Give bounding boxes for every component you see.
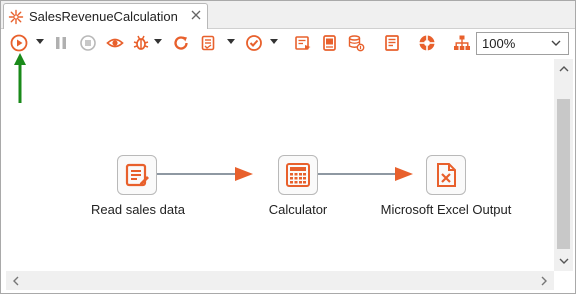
debug-icon[interactable] [131, 33, 151, 53]
debug-options-dropdown[interactable] [154, 39, 162, 44]
scroll-up-icon[interactable] [559, 64, 569, 74]
step-read-sales-data[interactable] [117, 155, 157, 195]
tab-sales-revenue-calculation[interactable]: SalesRevenueCalculation [3, 3, 208, 29]
vertical-scrollbar[interactable] [554, 59, 573, 271]
verify-icon[interactable] [198, 33, 218, 53]
run-options-dropdown[interactable] [36, 39, 44, 44]
transformation-icon [8, 9, 24, 25]
scroll-left-icon[interactable] [11, 276, 21, 286]
explore-db-icon[interactable] [320, 33, 340, 53]
vertical-scroll-thumb[interactable] [557, 99, 570, 249]
step-label-calculator: Calculator [268, 202, 328, 217]
scroll-down-icon[interactable] [559, 256, 569, 266]
check-options-dropdown[interactable] [270, 39, 278, 44]
verify-options-dropdown[interactable] [227, 39, 235, 44]
chevron-down-icon [551, 40, 561, 46]
layout-icon[interactable] [452, 33, 472, 53]
replay-icon[interactable] [171, 33, 191, 53]
scroll-right-icon[interactable] [539, 276, 549, 286]
annotation-arrow-icon [14, 53, 26, 103]
run-icon[interactable] [9, 33, 29, 53]
horizontal-scrollbar[interactable] [6, 271, 554, 290]
stop-icon[interactable] [78, 33, 98, 53]
transformation-canvas[interactable]: Read sales data Calculator Microsoft Exc… [6, 59, 554, 271]
step-microsoft-excel-output[interactable] [426, 155, 466, 195]
transformation-editor: SalesRevenueCalculation 100% Read sales … [0, 0, 576, 294]
excel-output-icon [437, 163, 456, 187]
hop-calculator-to-excel[interactable] [318, 167, 413, 181]
step-calculator[interactable] [278, 155, 318, 195]
sql-icon[interactable] [293, 33, 313, 53]
calculator-icon [286, 163, 310, 187]
text-file-input-icon [125, 163, 149, 187]
step-label-read-sales-data: Read sales data [91, 202, 185, 217]
tab-strip: SalesRevenueCalculation [1, 1, 575, 29]
help-icon[interactable] [417, 33, 437, 53]
preview-icon[interactable] [105, 33, 125, 53]
log-icon[interactable] [382, 33, 402, 53]
step-label-microsoft-excel-output: Microsoft Excel Output [380, 202, 512, 217]
close-icon[interactable] [191, 9, 201, 23]
hop-read-to-calculator[interactable] [157, 167, 253, 181]
check-icon[interactable] [244, 33, 264, 53]
pause-icon[interactable] [51, 33, 71, 53]
impact-icon[interactable] [346, 33, 366, 53]
zoom-value: 100% [482, 36, 516, 51]
toolbar: 100% [1, 30, 575, 58]
tab-title: SalesRevenueCalculation [29, 9, 178, 24]
zoom-select[interactable]: 100% [476, 32, 569, 55]
